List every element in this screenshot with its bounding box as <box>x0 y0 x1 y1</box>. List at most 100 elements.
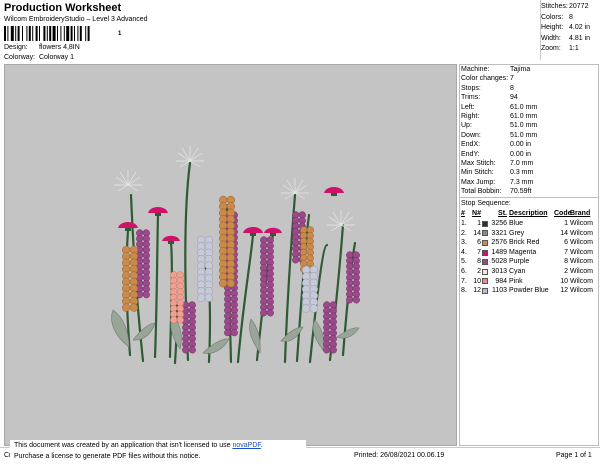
notice-line-1: This document was created by an applicat… <box>14 441 302 452</box>
thread-brand: Wilcom <box>570 220 593 228</box>
color-swatch <box>481 277 489 287</box>
machine-row: EndX: 0.00 in <box>460 140 598 149</box>
machine-label: EndX: <box>461 141 481 149</box>
machine-label: Left: <box>461 103 475 111</box>
machine-label: Color changes: <box>461 75 509 83</box>
stitch-count: 3013 <box>491 268 507 276</box>
summary-panel: Stitches: 20772 Colors: 8 Height: 4.02 in W… <box>541 2 599 55</box>
summary-row: Height: 4.02 in <box>541 23 599 34</box>
color-description: Blue <box>509 220 524 228</box>
barcode <box>4 26 90 41</box>
notice-period: . <box>260 442 263 449</box>
machine-value: Tajima <box>510 66 531 73</box>
machine-row: Machine: Tajima <box>460 65 598 74</box>
machine-value: 7.3 mm <box>510 178 534 186</box>
summary-label: Zoom: <box>541 45 561 52</box>
machine-label: Min Stitch: <box>461 169 494 177</box>
machine-row: Stops: 8 <box>460 84 598 93</box>
stitch-count: 984 <box>495 277 507 285</box>
embroidery-illustration <box>111 146 360 365</box>
summary-value: 1:1 <box>569 45 579 52</box>
software-subtitle: Wilcom EmbroideryStudio – Level 3 Advanc… <box>4 16 148 23</box>
color-code: 2 <box>564 268 568 276</box>
thread-brand: Wilcom <box>570 248 593 256</box>
machine-value: 8 <box>510 84 514 92</box>
stop-row: 8. 12 1103 Powder Blue 12 Wilcom <box>460 286 598 296</box>
stop-number: 7. <box>461 277 467 285</box>
stop-number: 3. <box>461 239 467 247</box>
col-n-header: N# <box>472 210 481 218</box>
color-code: 8 <box>564 258 568 266</box>
color-swatch <box>481 238 489 248</box>
col-swatch-header <box>481 209 489 219</box>
stitch-count: 5028 <box>491 258 507 266</box>
machine-row: Max Jump: 7.3 mm <box>460 178 598 187</box>
thread-brand: Wilcom <box>570 277 593 285</box>
stop-sequence-rows: 1. 1 3256 Blue 1 Wilcom 2. 14 3321 Grey 14 Wilcom 3.… <box>460 219 598 296</box>
license-notice: This document was created by an applicat… <box>10 440 306 464</box>
color-description: Pink <box>509 277 523 285</box>
summary-row: Colors: 8 <box>541 13 599 24</box>
design-label: Design: <box>4 44 28 51</box>
machine-label: Total Bobbin: <box>461 188 502 196</box>
color-description: Cyan <box>509 268 526 276</box>
machine-row: Total Bobbin: 70.59ft <box>460 187 598 196</box>
stop-sequence-title: Stop Sequence: <box>461 200 511 208</box>
machine-row: Color changes: 7 <box>460 74 598 83</box>
machine-row: Trims: 94 <box>460 93 598 102</box>
machine-label: Machine: <box>461 66 490 73</box>
color-code: 14 <box>560 229 568 237</box>
color-swatch <box>481 229 489 239</box>
needle-number: 8 <box>477 258 481 266</box>
stop-row: 7. 10 984 Pink 10 Wilcom <box>460 277 598 287</box>
col-brand-header: Brand <box>570 210 591 218</box>
color-swatch <box>481 257 489 267</box>
stop-row: 4. 7 1489 Magenta 7 Wilcom <box>460 248 598 258</box>
color-code: 7 <box>564 248 568 256</box>
machine-value: 94 <box>510 94 518 102</box>
machine-label: Down: <box>461 131 481 139</box>
machine-row: Right: 61.0 mm <box>460 112 598 121</box>
machine-label: Trims: <box>461 94 481 102</box>
color-swatch-box <box>482 249 488 256</box>
col-num-header: # <box>461 210 465 218</box>
machine-label: Stops: <box>461 84 481 92</box>
machine-value: 0.00 in <box>510 150 532 158</box>
stop-row: 3. 6 2576 Brick Red 6 Wilcom <box>460 238 598 248</box>
summary-label: Stitches: <box>541 3 568 10</box>
colorway-label: Colorway: <box>4 54 36 61</box>
color-swatch-box <box>482 278 488 285</box>
stop-number: 5. <box>461 258 467 266</box>
stitch-count: 3256 <box>491 220 507 228</box>
machine-value: 7 <box>510 75 514 83</box>
col-code-header: Code <box>554 210 572 218</box>
printed-timestamp: Printed: 26/08/2021 00.06.19 <box>354 452 445 459</box>
machine-row: Up: 51.0 mm <box>460 121 598 130</box>
machine-value: 70.59ft <box>510 188 532 196</box>
summary-label: Height: <box>541 24 564 31</box>
summary-row: Width: 4.81 in <box>541 34 599 45</box>
color-description: Grey <box>509 229 525 237</box>
stitch-count: 1103 <box>491 287 507 295</box>
colorway-value: Colorway 1 <box>38 54 74 61</box>
needle-number: 2 <box>477 268 481 276</box>
machine-value: 0.3 mm <box>510 169 534 177</box>
barcode-suffix: 1 <box>118 31 122 37</box>
needle-number: 7 <box>477 248 481 256</box>
color-swatch-box <box>482 288 488 295</box>
summary-label: Width: <box>541 34 561 42</box>
color-code: 1 <box>564 220 568 228</box>
stop-number: 1. <box>461 220 467 228</box>
color-swatch-box <box>482 259 488 266</box>
needle-number: 1 <box>477 220 481 228</box>
machine-label: Max Jump: <box>461 178 496 186</box>
stop-number: 2. <box>461 229 467 237</box>
stop-row: 1. 1 3256 Blue 1 Wilcom <box>460 219 598 229</box>
machine-label: Max Stitch: <box>461 159 496 167</box>
summary-value: 4.02 in <box>569 24 591 31</box>
color-swatch-box <box>482 240 488 247</box>
color-swatch-box <box>482 268 488 275</box>
col-st-header: St. <box>498 210 507 218</box>
novapdf-link[interactable]: novaPDF <box>232 442 260 449</box>
machine-info-panel: Machine: Tajima Color changes: 7 Stops: 8 T… <box>459 64 599 446</box>
